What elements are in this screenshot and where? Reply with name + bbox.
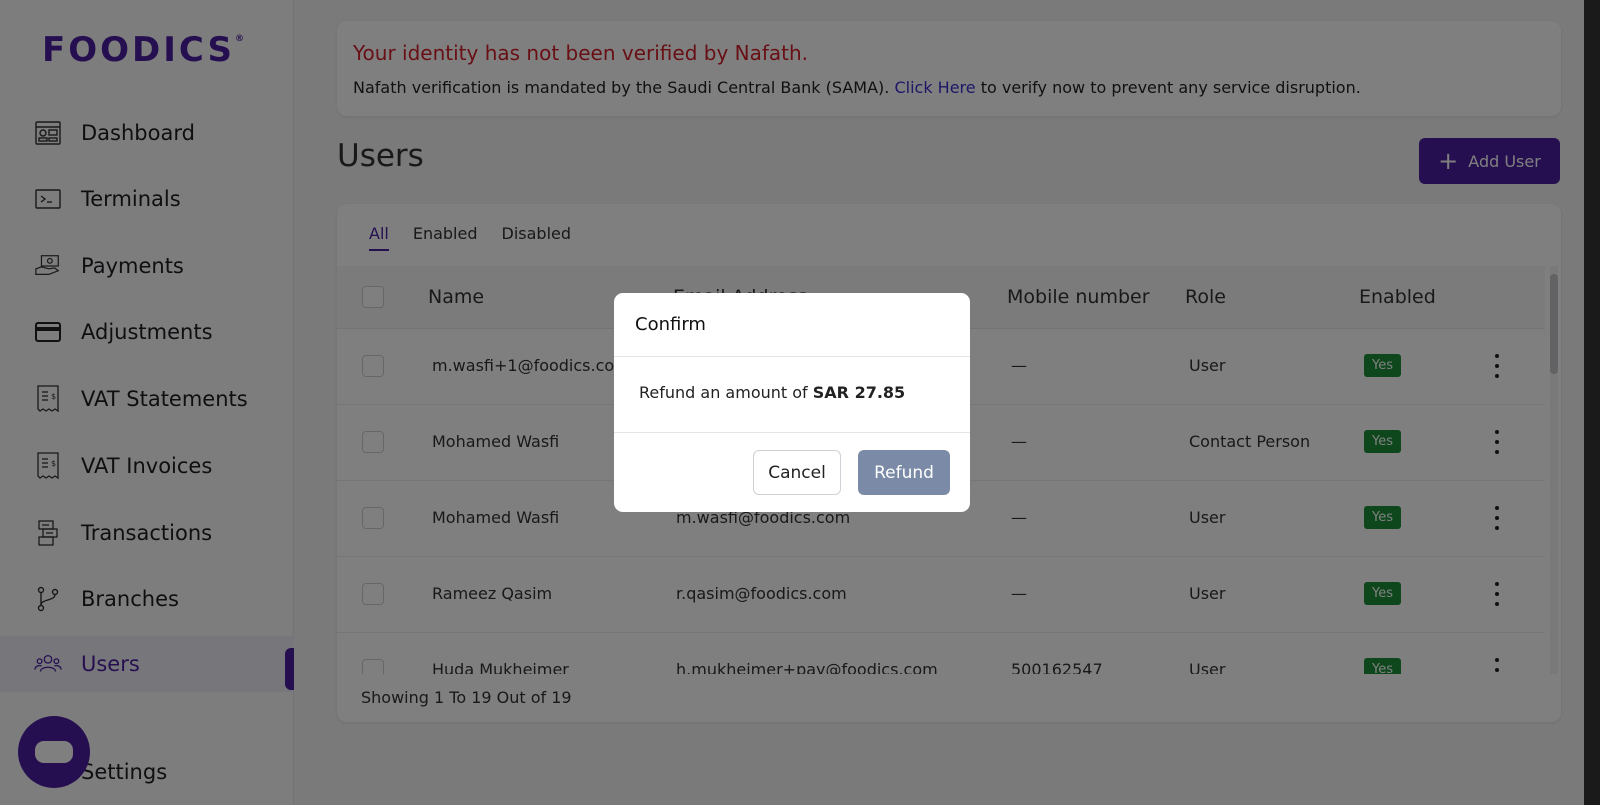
refund-button[interactable]: Refund — [858, 450, 950, 495]
cancel-button[interactable]: Cancel — [753, 450, 841, 495]
confirm-dialog: Confirm Refund an amount of SAR 27.85 Ca… — [614, 293, 970, 512]
divider — [614, 432, 970, 433]
window-edge — [1584, 0, 1600, 805]
refund-amount: SAR 27.85 — [812, 383, 906, 402]
dialog-message: Refund an amount of SAR 27.85 — [639, 383, 906, 402]
dialog-title: Confirm — [635, 314, 706, 335]
divider — [614, 356, 970, 357]
